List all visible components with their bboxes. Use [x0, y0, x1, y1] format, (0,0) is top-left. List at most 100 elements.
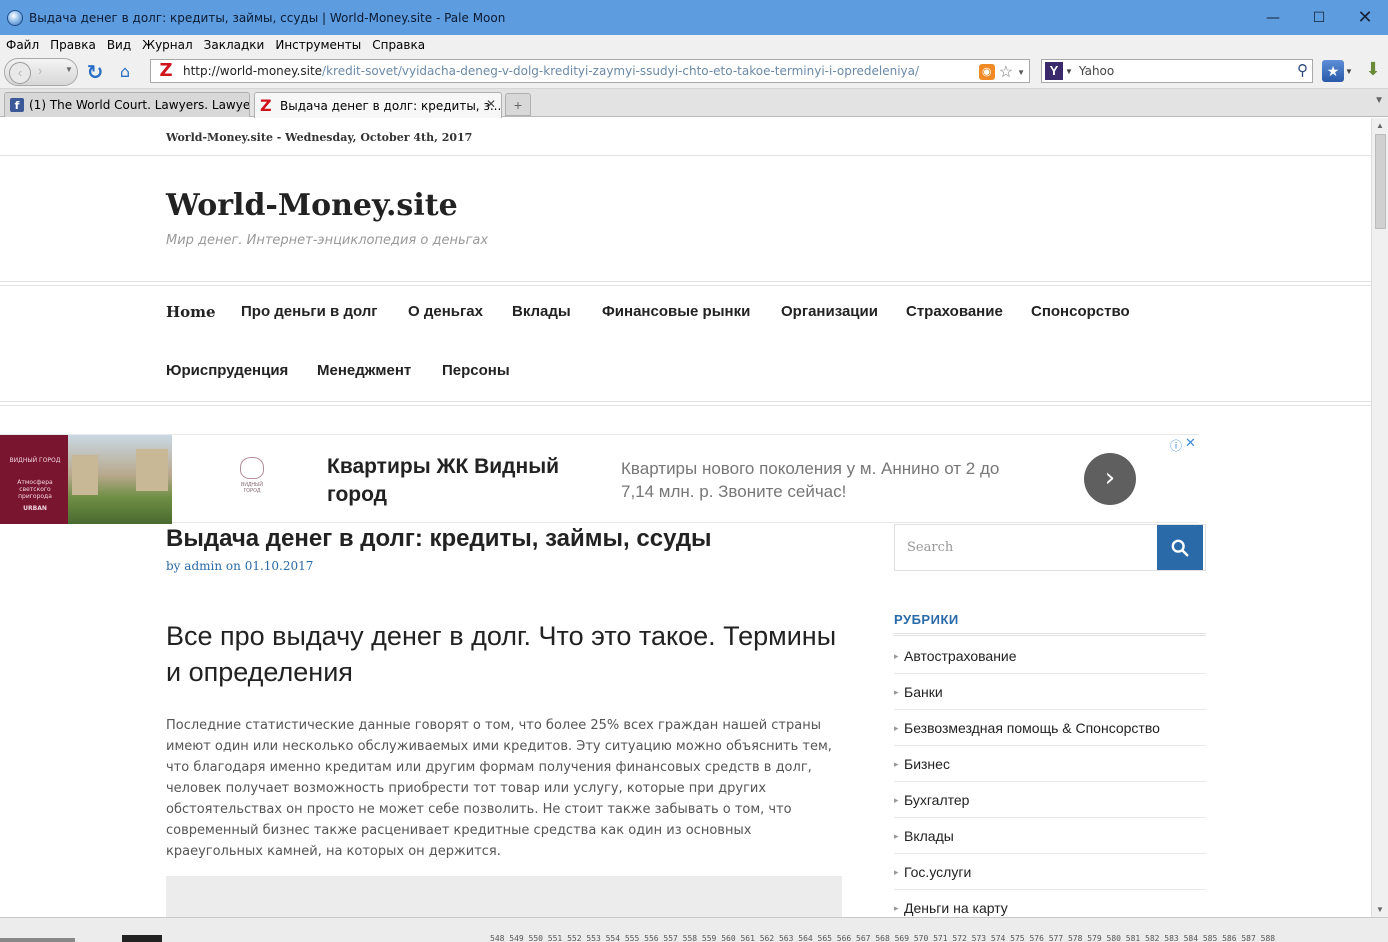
ad-text[interactable]: Квартиры нового поколения у м. Аннино от… — [621, 457, 1021, 503]
title-bar: Выдача денег в долг: кредиты, займы, ссу… — [0, 0, 1388, 35]
search-bar[interactable]: Y ▼ Yahoo ⚲ — [1041, 59, 1313, 83]
window-title: Выдача денег в долг: кредиты, займы, ссу… — [29, 10, 506, 25]
menu-tools[interactable]: Инструменты — [275, 38, 361, 52]
menu-history[interactable]: Журнал — [142, 38, 193, 52]
advertisement-banner[interactable]: ВИДНЫЙ ГОРОД Атмосфера светского пригоро… — [0, 434, 1199, 524]
nav-home[interactable]: Home — [166, 303, 216, 321]
chevron-right-icon: ▸ — [894, 651, 899, 661]
category-item[interactable]: ▸ Безвозмездная помощь & Спонсорство — [894, 710, 1206, 746]
bookmarks-dropdown-icon[interactable]: ▼ — [1345, 67, 1353, 76]
tab-label: (1) The World Court. Lawyers. Lawye... — [29, 98, 249, 112]
category-item[interactable]: ▸ Бизнес — [894, 746, 1206, 782]
scroll-up-icon[interactable]: ▲ — [1376, 121, 1384, 130]
category-label: Бухгалтер — [904, 792, 970, 808]
heading-divider — [894, 633, 1206, 636]
nav-financial-markets[interactable]: Финансовые рынки — [602, 303, 750, 320]
chevron-right-icon: ▸ — [894, 831, 899, 841]
ad-open-button[interactable]: › — [1084, 453, 1136, 505]
article-paragraph: Последние статистические данные говорят … — [166, 718, 832, 859]
tab-facebook[interactable]: f (1) The World Court. Lawyers. Lawye... — [4, 92, 250, 117]
category-item[interactable]: ▸ Автострахование — [894, 638, 1206, 674]
site-title[interactable]: World-Money.site — [166, 188, 458, 223]
ad-image-caption: ВИДНЫЙ ГОРОД — [9, 457, 61, 464]
forward-arrow-icon[interactable]: › — [38, 63, 42, 78]
nav-persons[interactable]: Персоны — [442, 362, 510, 379]
category-label: Автострахование — [904, 648, 1017, 664]
ad-info-icon[interactable]: ⓘ — [1170, 437, 1182, 454]
byline-by: by — [166, 559, 181, 573]
tab-world-money[interactable]: Z Выдача денег в долг: кредиты, з... ✕ — [254, 92, 502, 118]
ad-close-icon[interactable]: ✕ — [1185, 436, 1196, 451]
nav-sponsorship[interactable]: Спонсорство — [1031, 303, 1130, 320]
menu-help[interactable]: Справка — [372, 38, 425, 52]
rss-feed-icon[interactable]: ◉ — [978, 64, 995, 80]
byline-on: on — [225, 559, 241, 573]
search-engine-dropdown-icon[interactable]: ▼ — [1065, 67, 1073, 76]
url-text[interactable]: http://world-money.site/kredit-sovet/vyi… — [183, 64, 919, 78]
history-dropdown-icon[interactable]: ▼ — [65, 65, 73, 74]
status-block — [122, 935, 162, 942]
minimize-button[interactable]: — — [1250, 0, 1296, 35]
date-link[interactable]: 01.10.2017 — [245, 559, 314, 573]
nav-insurance[interactable]: Страхование — [906, 303, 1003, 320]
scroll-down-icon[interactable]: ▼ — [1376, 905, 1384, 914]
vertical-scrollbar[interactable]: ▲ ▼ — [1371, 118, 1388, 917]
search-input[interactable]: Search — [907, 540, 953, 555]
divider — [0, 405, 1371, 406]
back-arrow-icon[interactable]: ‹ — [9, 61, 31, 84]
category-item[interactable]: ▸ Банки — [894, 674, 1206, 710]
scrollbar-thumb[interactable] — [1375, 134, 1386, 229]
search-button[interactable] — [1157, 525, 1203, 570]
ad-image[interactable]: ВИДНЫЙ ГОРОД Атмосфера светского пригоро… — [0, 435, 172, 524]
new-tab-button[interactable]: + — [505, 93, 531, 116]
menu-edit[interactable]: Правка — [50, 38, 96, 52]
search-icon — [1171, 539, 1189, 556]
tab-scroll-icon[interactable]: ▼ — [1374, 95, 1384, 106]
menu-view[interactable]: Вид — [107, 38, 131, 52]
category-item[interactable]: ▸ Деньги на карту — [894, 890, 1206, 917]
menu-file[interactable]: Файл — [6, 38, 39, 52]
navigation-toolbar: ‹ › ▼ ↻ ⌂ Z http://world-money.site/kred… — [0, 55, 1388, 89]
home-icon[interactable]: ⌂ — [112, 59, 138, 85]
page-viewport: World-Money.site - Wednesday, October 4t… — [0, 118, 1371, 917]
chevron-right-icon: ▸ — [894, 759, 899, 769]
status-indicator — [0, 938, 75, 942]
nav-loans[interactable]: Про деньги в долг — [241, 303, 378, 320]
nav-management[interactable]: Менеджмент — [317, 362, 411, 379]
category-label: Банки — [904, 684, 943, 700]
nav-about-money[interactable]: О деньгах — [408, 303, 483, 320]
bookmarks-menu-icon[interactable]: ★ — [1322, 60, 1344, 82]
close-tab-icon[interactable]: ✕ — [486, 97, 496, 111]
nav-organizations[interactable]: Организации — [781, 303, 878, 320]
search-engine-label: Yahoo — [1078, 64, 1115, 78]
category-label: Деньги на карту — [904, 900, 1008, 916]
ad-logo: ВИДНЫЙ ГОРОД — [234, 457, 270, 501]
category-label: Гос.услуги — [904, 864, 972, 880]
menu-bookmarks[interactable]: Закладки — [204, 38, 265, 52]
sidebar-search: Search — [894, 524, 1206, 571]
nav-deposits[interactable]: Вклады — [512, 303, 571, 320]
search-magnifier-icon[interactable]: ⚲ — [1297, 61, 1308, 79]
nav-jurisprudence[interactable]: Юриспруденция — [166, 362, 288, 379]
category-item[interactable]: ▸ Бухгалтер — [894, 782, 1206, 818]
back-forward-group: ‹ › ▼ — [4, 57, 78, 86]
yahoo-engine-icon[interactable]: Y — [1045, 62, 1063, 80]
downloads-icon[interactable]: ⬇ — [1363, 59, 1383, 83]
url-path: /kredit-sovet/vyidacha-deneg-v-dolg-kred… — [322, 64, 920, 78]
ad-logo-caption: ВИДНЫЙ ГОРОД — [241, 482, 263, 494]
article-byline: by admin on 01.10.2017 — [166, 559, 313, 573]
reload-icon[interactable]: ↻ — [82, 59, 108, 85]
bookmark-star-icon[interactable]: ☆ — [999, 62, 1013, 82]
address-bar[interactable]: Z http://world-money.site/kredit-sovet/v… — [150, 59, 1030, 83]
author-link[interactable]: admin — [184, 559, 222, 573]
chevron-right-icon: ▸ — [894, 867, 899, 877]
url-dropdown-icon[interactable]: ▼ — [1017, 68, 1025, 77]
ad-headline[interactable]: Квартиры ЖК Видный город — [327, 453, 597, 509]
close-button[interactable]: ✕ — [1342, 0, 1388, 35]
category-item[interactable]: ▸ Вклады — [894, 818, 1206, 854]
maximize-button[interactable]: ☐ — [1296, 0, 1342, 35]
chevron-right-icon: ▸ — [894, 723, 899, 733]
tab-strip: f (1) The World Court. Lawyers. Lawye...… — [0, 89, 1388, 118]
category-item[interactable]: ▸ Гос.услуги — [894, 854, 1206, 890]
lion-crest-icon — [240, 457, 264, 479]
